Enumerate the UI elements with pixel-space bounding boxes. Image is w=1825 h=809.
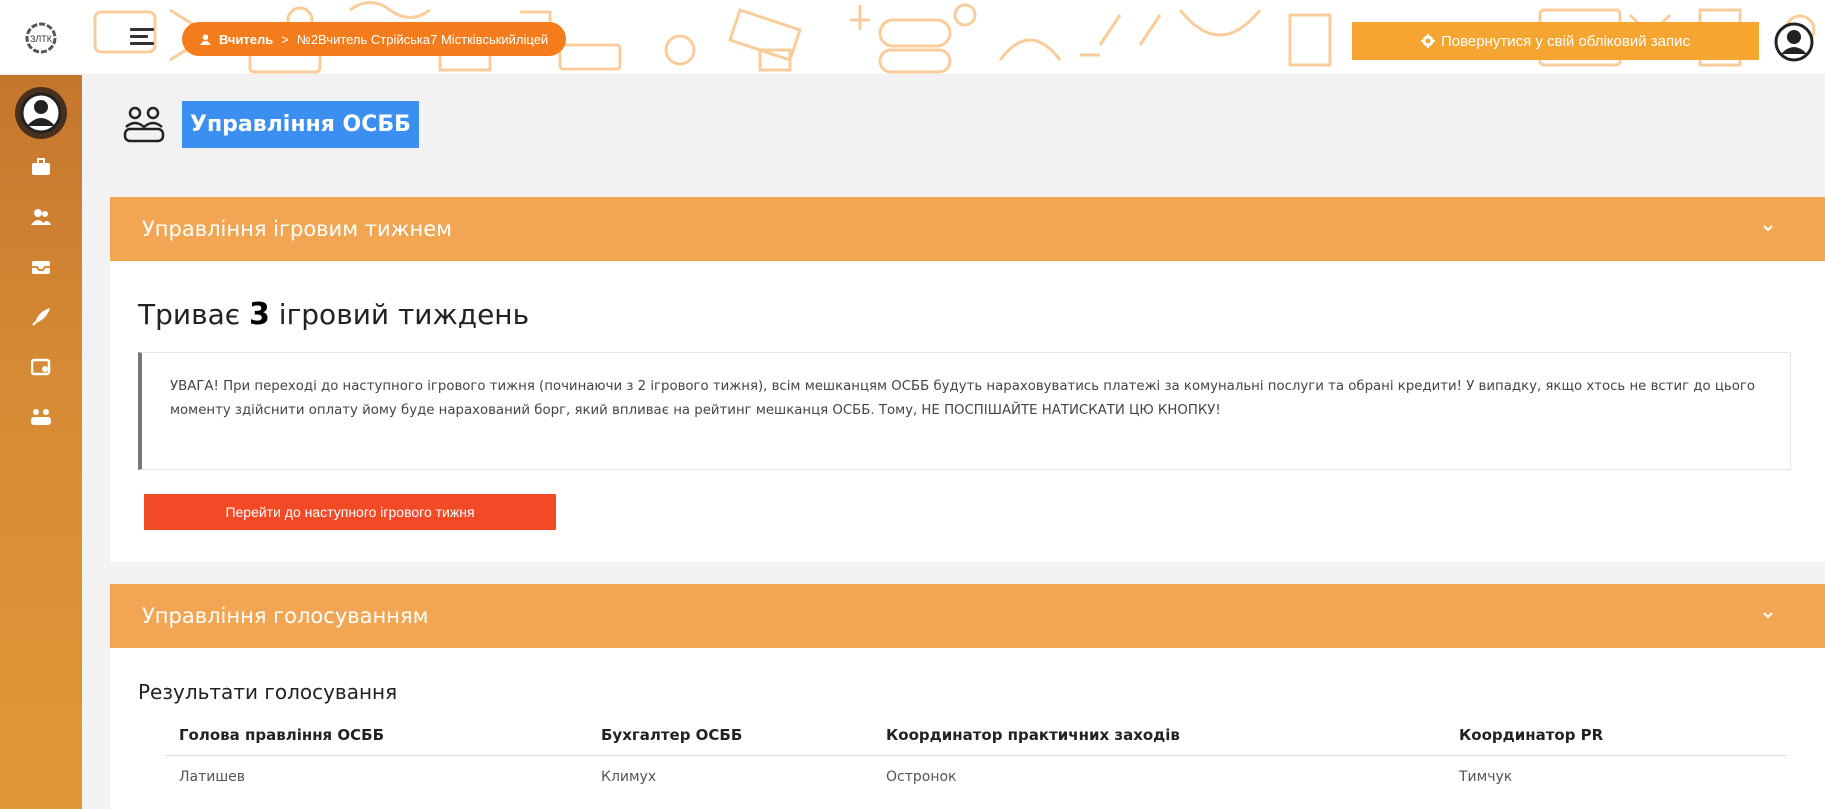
app-logo: ЗЛТК (0, 0, 82, 74)
sidebar-avatar[interactable] (15, 87, 67, 139)
table-cell: Латишев (179, 769, 246, 785)
sidebar-item-community[interactable] (0, 397, 82, 437)
sidebar (0, 75, 82, 809)
results-table: Голова правління ОСББ Бухгалтер ОСББ Коо… (165, 714, 1787, 798)
column-header: Голова правління ОСББ (179, 725, 385, 744)
inbox-icon (32, 261, 50, 274)
hamburger-menu-icon[interactable] (130, 28, 154, 46)
week-management-title: Управління ігровим тижнем (142, 217, 453, 241)
wallet-icon (31, 358, 51, 376)
voting-management-header[interactable]: Управління голосуванням (110, 584, 1825, 648)
table-cell: Остронок (886, 769, 957, 785)
page-header: Управління ОСББ (122, 101, 419, 148)
svg-text:ЗЛТК: ЗЛТК (30, 34, 53, 44)
return-account-button[interactable]: Повернутися у свій обліковий запис (1352, 22, 1759, 60)
results-title: Результати голосування (138, 680, 398, 704)
voting-management-title: Управління голосуванням (142, 604, 429, 628)
community-icon (123, 106, 165, 142)
main-content: Управління ОСББ Управління ігровим тижне… (82, 75, 1825, 809)
logo-icon: ЗЛТК (25, 22, 57, 53)
breadcrumb-root[interactable]: Вчитель (219, 32, 273, 47)
user-icon (200, 33, 211, 45)
return-account-label: Повернутися у свій обліковий запис (1441, 32, 1690, 50)
warning-notice: УВАГА! При переході до наступного ігрово… (138, 352, 1791, 470)
table-cell: Климух (601, 769, 657, 785)
week-status: Триває 3 ігровий тиждень (138, 297, 529, 332)
table-header-row: Голова правління ОСББ Бухгалтер ОСББ Коо… (165, 714, 1787, 756)
table-cell: Тимчук (1459, 769, 1513, 785)
sidebar-item-inbox[interactable] (0, 247, 82, 287)
week-status-suffix: ігровий тиждень (278, 298, 530, 331)
column-header: Координатор практичних заходів (886, 725, 1180, 744)
sidebar-item-rocket[interactable] (0, 297, 82, 337)
community-icon (31, 409, 51, 425)
breadcrumb-separator: > (281, 31, 289, 47)
voting-management-card: Управління голосуванням Результати голос… (110, 584, 1825, 809)
column-header: Координатор PR (1459, 725, 1604, 744)
sidebar-item-users[interactable] (0, 197, 82, 237)
column-header: Бухгалтер ОСББ (601, 725, 743, 744)
user-avatar-icon (20, 92, 62, 134)
table-row: Латишев Климух Остронок Тимчук (165, 756, 1787, 798)
sidebar-item-briefcase[interactable] (0, 147, 82, 187)
week-status-prefix: Триває (138, 298, 241, 331)
chevron-down-icon[interactable] (1763, 223, 1773, 233)
breadcrumb-current: №2Вчитель Стрійська7 Містківськийліцей (296, 31, 549, 47)
next-week-button[interactable]: Перейти до наступного ігрового тижня (144, 494, 556, 530)
briefcase-icon (32, 158, 50, 175)
sidebar-item-wallet[interactable] (0, 347, 82, 387)
rocket-icon (32, 308, 50, 326)
chevron-down-icon[interactable] (1763, 610, 1773, 620)
users-icon (31, 209, 51, 225)
week-management-header[interactable]: Управління ігровим тижнем (110, 197, 1825, 261)
week-management-card: Управління ігровим тижнем Триває 3 ігров… (110, 197, 1825, 562)
user-avatar-icon[interactable] (1774, 22, 1814, 62)
page-title: Управління ОСББ (182, 101, 419, 148)
top-bar: ЗЛТК Вчитель > №2Вчитель Стрійська7 Міст… (0, 0, 1825, 75)
gear-icon (1421, 34, 1435, 48)
week-number: 3 (249, 297, 270, 332)
breadcrumb: Вчитель > №2Вчитель Стрійська7 Містківсь… (182, 22, 567, 56)
